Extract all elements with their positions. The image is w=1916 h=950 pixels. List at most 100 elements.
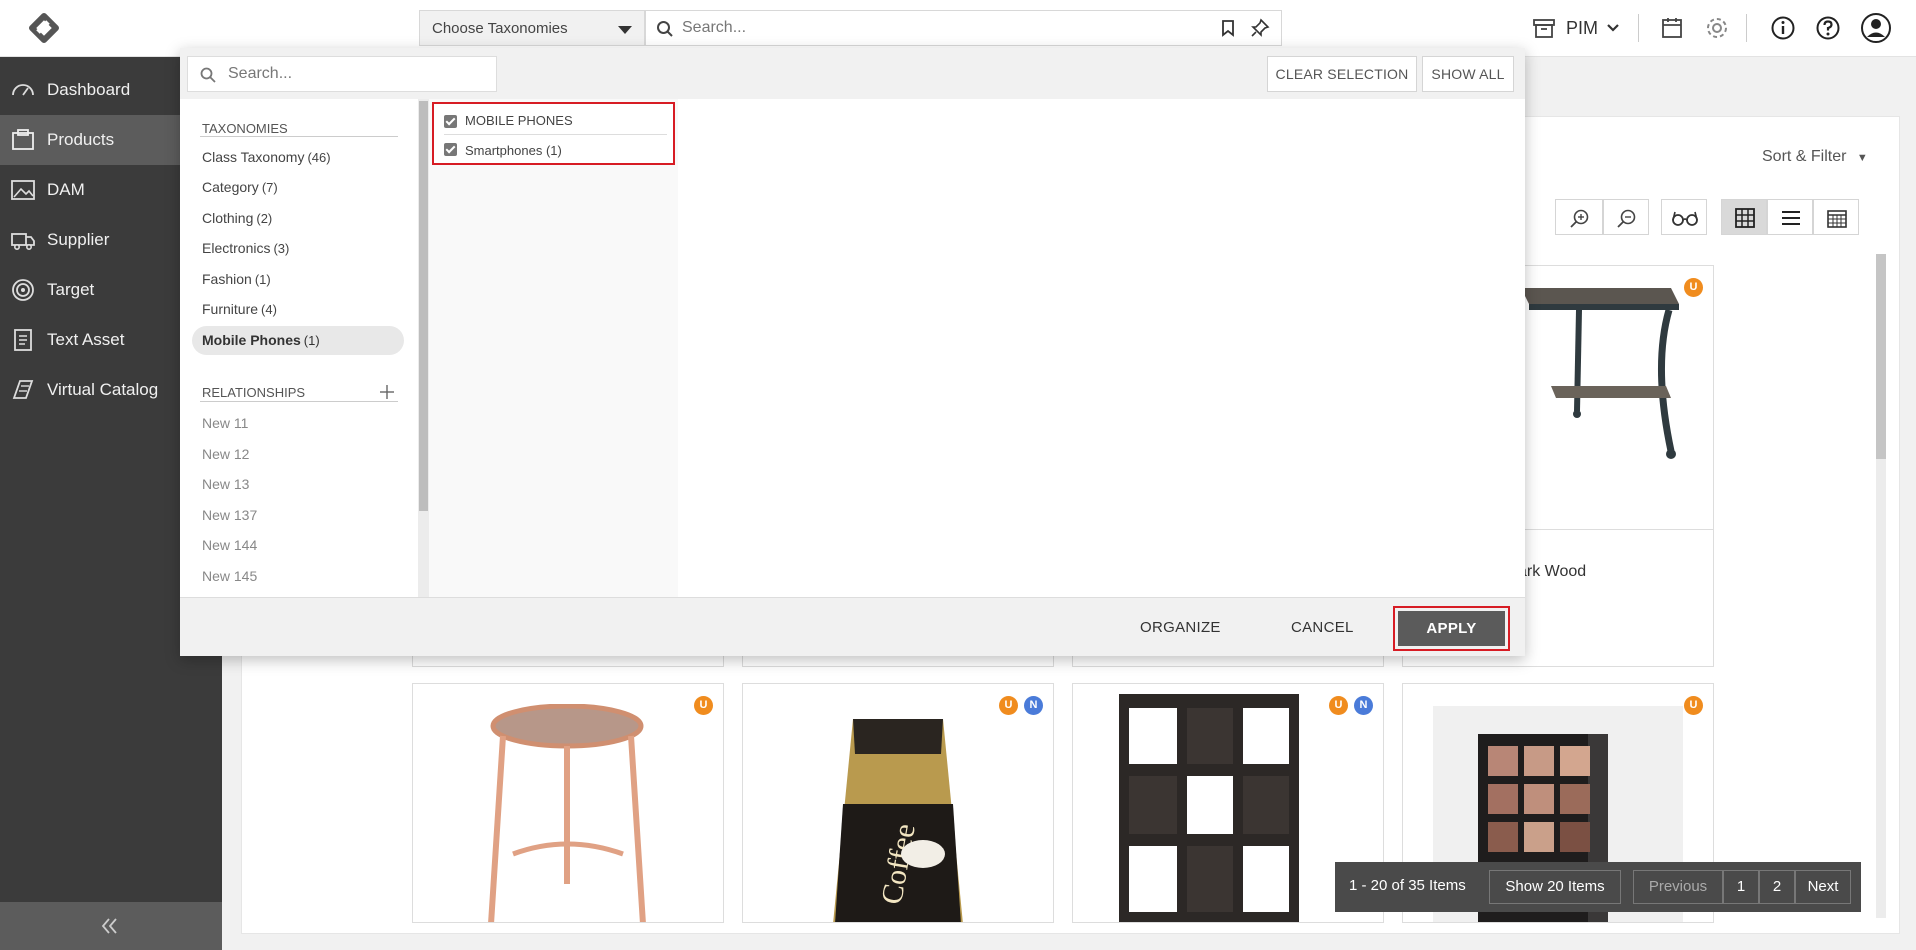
taxonomy-count: (1) <box>303 333 320 348</box>
calendar-icon <box>1827 210 1847 228</box>
taxonomy-list-scrollbar[interactable] <box>418 99 429 597</box>
glasses-icon <box>1672 211 1698 226</box>
relationship-item[interactable]: New 12 <box>202 446 249 462</box>
sidebar-item-label: Supplier <box>47 230 110 249</box>
taxonomy-count: (2) <box>256 211 273 226</box>
taxonomy-item[interactable]: Fashion (1) <box>192 265 404 294</box>
products-icon <box>12 129 34 150</box>
add-icon[interactable] <box>380 385 394 399</box>
divider <box>1638 14 1639 42</box>
selected-taxonomy-group: MOBILE PHONES Smartphones (1) <box>432 102 675 165</box>
zoom-out-button[interactable] <box>1603 199 1649 235</box>
taxonomy-filter-popup: CLEAR SELECTION SHOW ALL TAXONOMIES Clas… <box>180 48 1525 656</box>
previous-page-button[interactable]: Previous <box>1633 870 1723 904</box>
cancel-button[interactable]: CANCEL <box>1291 619 1354 636</box>
status-badge: N <box>1024 696 1043 715</box>
apply-button[interactable]: APPLY <box>1398 611 1505 646</box>
sidebar-item-label: Products <box>47 130 115 149</box>
status-badge: U <box>1329 696 1348 715</box>
taxonomy-item[interactable]: Class Taxonomy (46) <box>192 143 404 172</box>
sort-filter-button[interactable]: Sort & Filter ▼ <box>1762 148 1868 166</box>
content-scrollbar[interactable] <box>1876 254 1886 918</box>
status-badge: U <box>694 696 713 715</box>
calendar-view-button[interactable] <box>1813 199 1859 235</box>
taxonomy-name: Furniture <box>202 301 259 317</box>
status-badge: U <box>1684 696 1703 715</box>
next-page-button[interactable]: Next <box>1795 870 1851 904</box>
popup-header: CLEAR SELECTION SHOW ALL <box>180 48 1525 99</box>
product-title: ark Wood <box>1518 563 1587 580</box>
mobile-phones-checkbox[interactable] <box>444 115 457 128</box>
sidebar-collapse-button[interactable] <box>0 902 222 950</box>
coffee-bag-image: Coffee <box>833 719 963 922</box>
clear-selection-button[interactable]: CLEAR SELECTION <box>1267 56 1417 92</box>
gear-icon[interactable] <box>1704 15 1730 41</box>
cube-shelf-image <box>1119 694 1299 922</box>
app-logo-icon[interactable] <box>18 6 70 50</box>
sidebar-item-label: Virtual Catalog <box>47 380 159 399</box>
pagination-info: 1 - 20 of 35 Items <box>1349 877 1466 894</box>
taxonomy-name: Category <box>202 179 259 195</box>
product-card[interactable]: Coffee U N <box>742 683 1054 923</box>
chevron-down-icon <box>618 26 632 34</box>
page-2-button[interactable]: 2 <box>1759 870 1795 904</box>
zoom-in-icon <box>1570 209 1589 228</box>
smartphones-checkbox[interactable] <box>444 143 457 156</box>
sort-filter-label: Sort & Filter <box>1762 148 1847 165</box>
taxonomy-name: Class Taxonomy <box>202 149 305 165</box>
calendar-task-icon[interactable] <box>1660 16 1684 40</box>
taxonomy-count: (4) <box>261 302 277 317</box>
taxonomy-select[interactable]: Choose Taxonomies <box>419 10 645 46</box>
list-view-button[interactable] <box>1767 199 1813 235</box>
taxonomy-select-label: Choose Taxonomies <box>432 20 568 37</box>
taxonomy-item[interactable]: Furniture (4) <box>192 295 404 324</box>
info-icon[interactable] <box>1770 15 1796 41</box>
preview-button[interactable] <box>1661 199 1707 235</box>
selected-item-label: Smartphones (1) <box>465 143 562 158</box>
taxonomy-item[interactable]: Category (7) <box>192 173 404 202</box>
pin-icon[interactable] <box>1250 18 1270 38</box>
taxonomy-item[interactable]: Electronics (3) <box>192 234 404 263</box>
sidebar-item-label: Text Asset <box>47 330 125 349</box>
selected-items-pane: MOBILE PHONES Smartphones (1) <box>429 99 678 597</box>
relationship-item[interactable]: New 11 <box>202 415 248 431</box>
archive-icon <box>1533 19 1555 38</box>
zoom-in-button[interactable] <box>1555 199 1603 235</box>
side-table-image <box>488 704 646 922</box>
scrollbar-thumb[interactable] <box>1876 254 1886 459</box>
taxonomy-item-mobile-phones[interactable]: Mobile Phones (1) <box>192 326 404 355</box>
chevron-down-icon <box>1607 24 1619 32</box>
truck-icon <box>11 233 35 250</box>
grid-view-button[interactable] <box>1721 199 1767 235</box>
relationship-item[interactable]: New 13 <box>202 476 249 492</box>
scrollbar-thumb[interactable] <box>419 101 428 511</box>
divider <box>1746 14 1747 42</box>
caret-down-icon: ▼ <box>1856 152 1868 164</box>
show-all-button[interactable]: SHOW ALL <box>1422 56 1514 92</box>
target-icon <box>12 279 34 301</box>
taxonomy-item[interactable]: Clothing (2) <box>192 204 404 233</box>
taxonomy-search-input[interactable] <box>228 57 488 91</box>
relationship-item[interactable]: New 144 <box>202 537 257 553</box>
relationships-heading: RELATIONSHIPS <box>202 385 306 400</box>
bookmark-icon[interactable] <box>1220 19 1236 37</box>
user-avatar-icon[interactable] <box>1860 12 1892 44</box>
relationship-item[interactable]: New 137 <box>202 507 257 523</box>
page-size-select[interactable]: Show 20 Items <box>1489 870 1621 904</box>
global-search-input[interactable] <box>682 11 1202 45</box>
taxonomy-list-pane: TAXONOMIES Class Taxonomy (46) Category (7… <box>180 99 419 597</box>
taxonomy-count: (46) <box>307 150 331 165</box>
taxonomy-name: Fashion <box>202 271 252 287</box>
apply-button-highlight: APPLY <box>1393 606 1510 651</box>
product-card[interactable]: U <box>412 683 724 923</box>
relationship-item[interactable]: New 145 <box>202 568 257 584</box>
page-1-button[interactable]: 1 <box>1723 870 1759 904</box>
taxonomy-name: Clothing <box>202 210 254 226</box>
taxonomy-count: (3) <box>273 241 290 256</box>
help-icon[interactable] <box>1815 15 1841 41</box>
selected-item-name: Smartphones <box>465 143 543 158</box>
organize-button[interactable]: ORGANIZE <box>1140 619 1221 636</box>
taxonomy-search-box <box>187 56 497 92</box>
image-icon <box>11 180 35 200</box>
global-search-bar <box>645 10 1282 46</box>
